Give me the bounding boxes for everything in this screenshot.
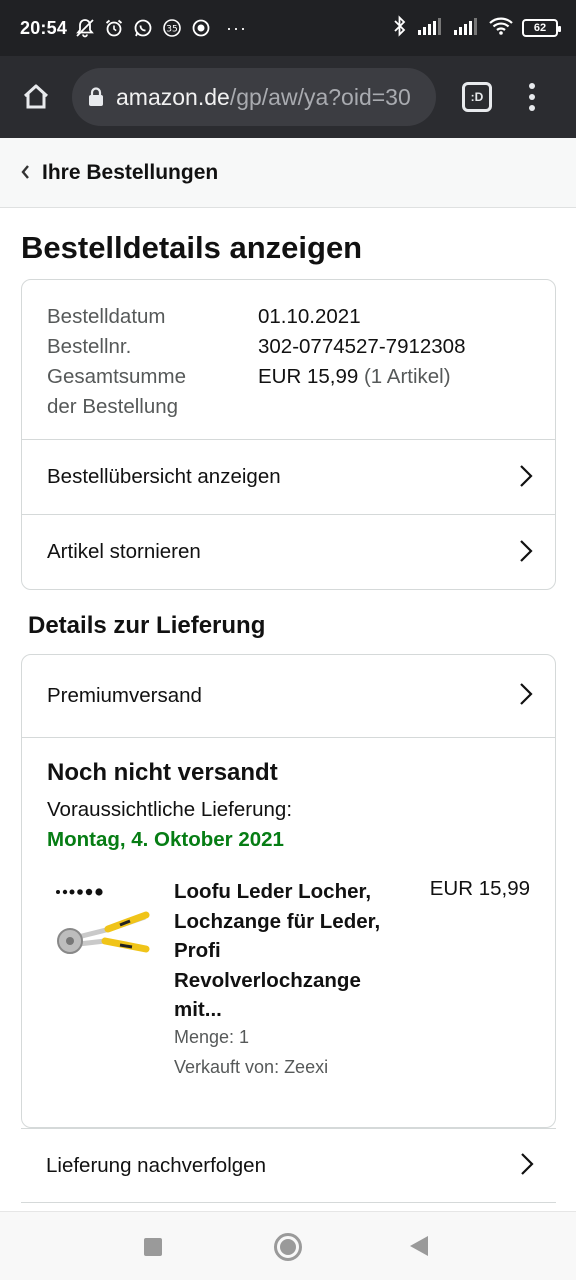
order-number-value: 302-0774527-7912308 — [258, 335, 466, 358]
order-total-value: EUR 15,99 (1 Artikel) — [258, 365, 451, 388]
product-price: EUR 15,99 — [429, 877, 530, 900]
product-quantity: Menge: 1 — [174, 1027, 250, 1047]
shipment-status: Noch nicht versandt — [47, 759, 278, 786]
page-title: Bestelldetails anzeigen — [21, 230, 363, 265]
url-bar[interactable]: amazon.de/gp/aw/ya?oid=30 — [72, 68, 436, 126]
order-date-value: 01.10.2021 — [258, 305, 361, 328]
delivery-card: Premiumversand Noch nicht versandt Vorau… — [21, 654, 556, 1128]
bluetooth-icon — [392, 14, 408, 42]
url-path: /gp/aw/ya?oid=30 — [229, 83, 411, 110]
order-date-label: Bestelldatum — [47, 305, 166, 328]
lock-icon — [88, 87, 104, 107]
shipping-method-link[interactable]: Premiumversand — [22, 655, 555, 738]
chevron-right-icon — [519, 682, 533, 712]
svg-text:35: 35 — [166, 25, 177, 35]
track-delivery-label: Lieferung nachverfolgen — [46, 1153, 266, 1177]
back-icon[interactable] — [410, 1236, 428, 1256]
badge-35-icon: 35 — [162, 18, 182, 38]
home-icon[interactable] — [16, 77, 56, 117]
status-bar: 20:54 35 ··· 62 — [0, 0, 576, 56]
whatsapp-icon — [133, 18, 153, 38]
order-total-label: Gesamtsumme der Bestellung — [47, 365, 186, 418]
tab-switcher-button[interactable]: :D — [462, 82, 492, 112]
track-delivery-link[interactable]: Lieferung nachverfolgen — [21, 1128, 556, 1203]
system-nav-bar — [0, 1211, 576, 1280]
order-item-count: (1 Artikel) — [363, 365, 451, 388]
delivery-section-title: Details zur Lieferung — [28, 612, 266, 639]
wifi-icon — [488, 16, 514, 41]
signal-2-icon — [452, 16, 480, 41]
cancel-items-link[interactable]: Artikel stornieren — [22, 514, 555, 589]
eta-label: Voraussichtliche Lieferung: — [47, 798, 293, 821]
signal-icon — [416, 16, 444, 41]
browser-toolbar: amazon.de/gp/aw/ya?oid=30 :D — [0, 56, 576, 138]
product-image[interactable] — [50, 877, 150, 977]
product-seller: Verkauft von: Zeexi — [174, 1057, 329, 1077]
order-info: Bestelldatum 01.10.2021 Bestellnr. 302-0… — [22, 280, 555, 439]
url-host: amazon.de — [116, 83, 230, 110]
view-order-summary-link[interactable]: Bestellübersicht anzeigen — [22, 439, 555, 514]
chevron-right-icon — [519, 539, 533, 569]
view-order-summary-label: Bestellübersicht anzeigen — [47, 465, 281, 488]
recent-apps-icon[interactable] — [144, 1238, 162, 1256]
back-to-orders-link[interactable]: Ihre Bestellungen — [0, 138, 576, 208]
chevron-left-icon — [20, 160, 30, 186]
cancel-items-label: Artikel stornieren — [47, 540, 201, 563]
bell-off-icon — [75, 18, 95, 38]
eta-date: Montag, 4. Oktober 2021 — [47, 828, 284, 851]
product-title-link[interactable]: Loofu Leder Locher, Lochzange für Leder,… — [174, 877, 399, 1025]
target-icon — [191, 18, 211, 38]
chevron-right-icon — [519, 464, 533, 494]
alarm-icon — [104, 18, 124, 38]
overflow-menu-icon[interactable] — [522, 83, 542, 111]
battery-icon: 62 — [522, 19, 561, 37]
more-notifications-icon: ··· — [226, 17, 248, 38]
shipping-method-label: Premiumversand — [47, 684, 202, 707]
order-number-label: Bestellnr. — [47, 335, 132, 358]
status-time: 20:54 — [20, 17, 68, 38]
home-button-icon[interactable] — [274, 1233, 302, 1261]
order-summary-card: Bestelldatum 01.10.2021 Bestellnr. 302-0… — [21, 279, 556, 590]
back-header-label: Ihre Bestellungen — [42, 160, 219, 184]
chevron-right-icon — [520, 1152, 534, 1182]
